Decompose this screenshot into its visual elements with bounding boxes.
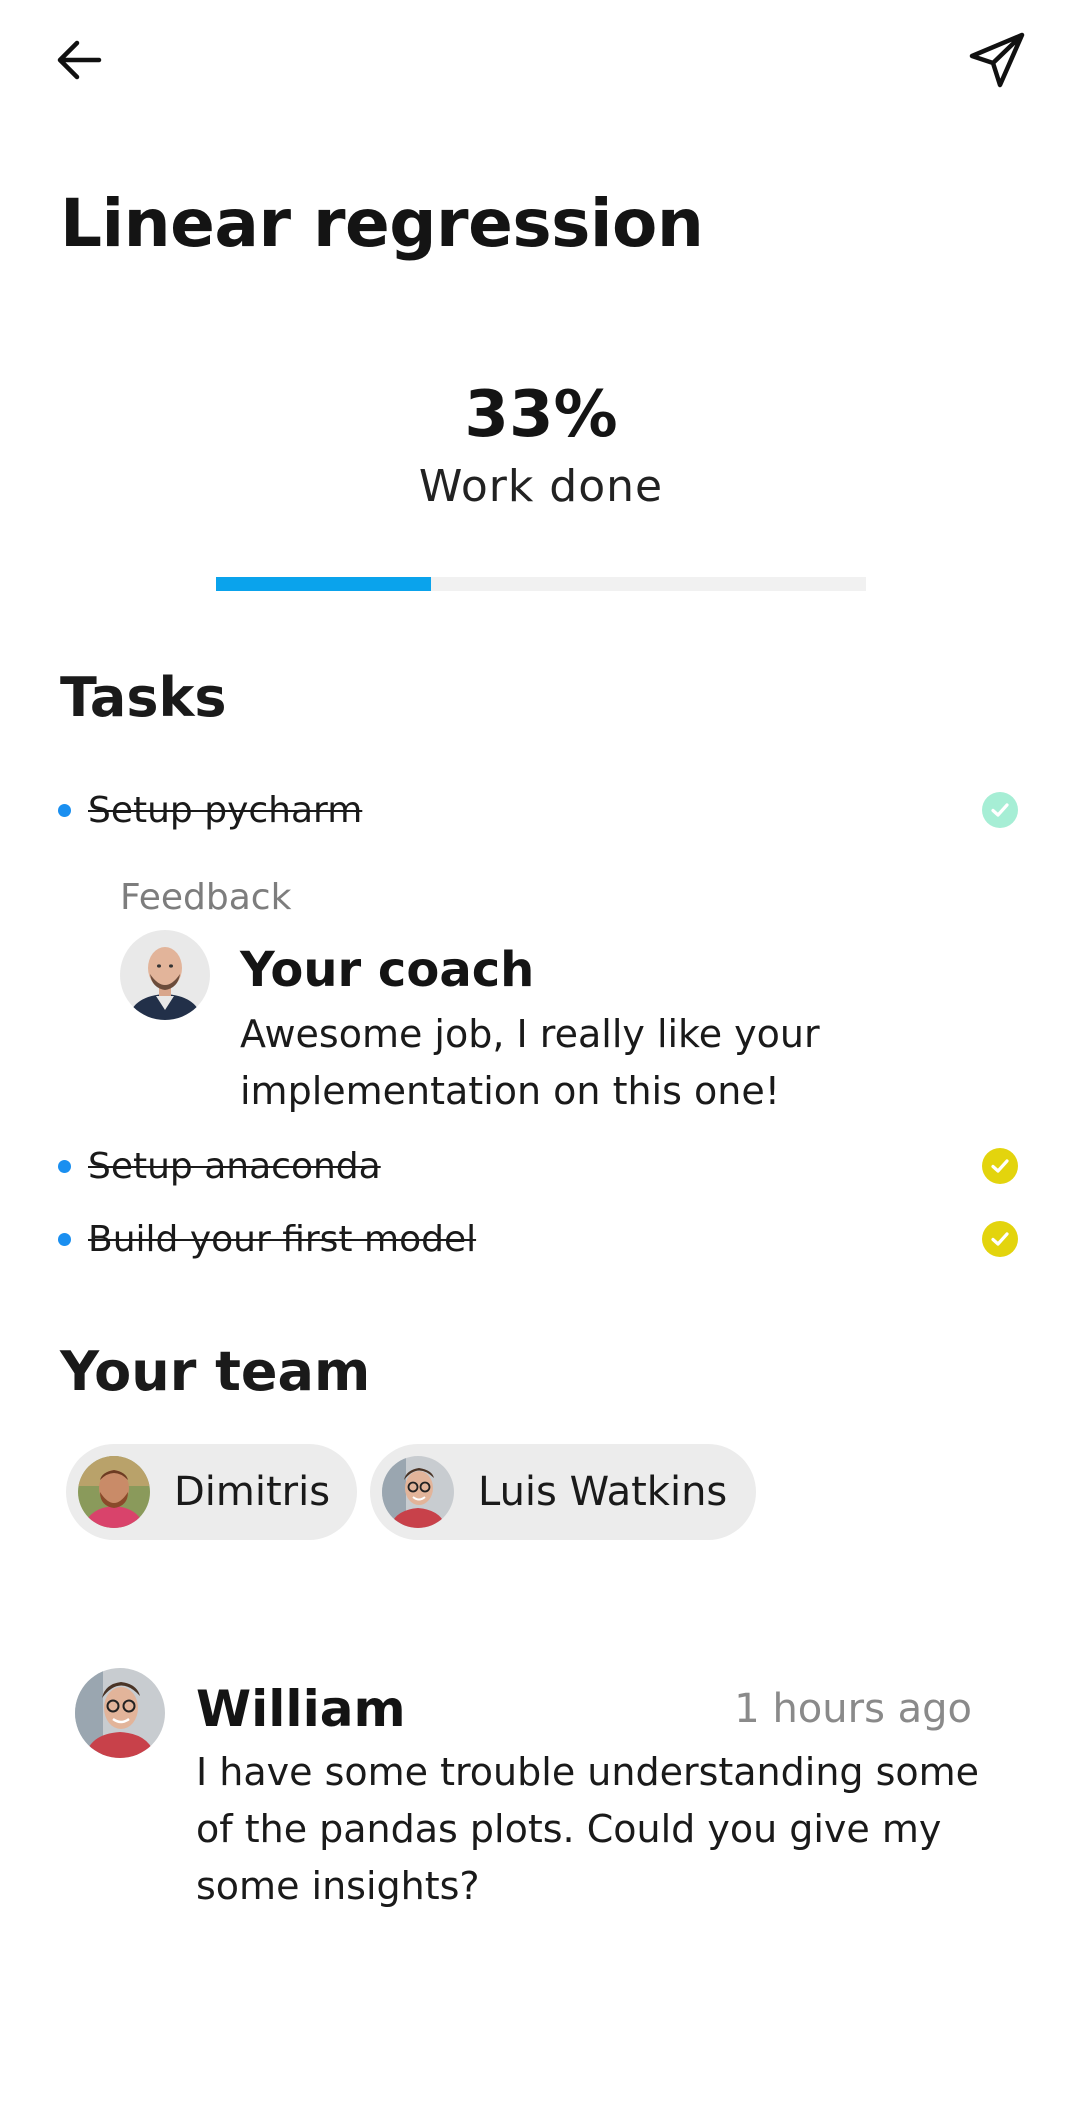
task-label: Setup anaconda xyxy=(88,1145,381,1187)
check-circle-icon[interactable] xyxy=(982,1148,1018,1184)
team-member-name: Luis Watkins xyxy=(478,1469,728,1515)
comment-timestamp: 1 hours ago xyxy=(734,1686,972,1732)
team-member-chip[interactable]: Luis Watkins xyxy=(370,1444,756,1540)
team-heading: Your team xyxy=(60,1340,371,1403)
send-button[interactable] xyxy=(952,15,1042,105)
task-item[interactable]: Build your first model xyxy=(58,1212,1018,1266)
back-button[interactable] xyxy=(34,15,124,105)
bullet-icon xyxy=(58,1159,71,1173)
coach-avatar xyxy=(120,930,210,1020)
arrow-left-icon xyxy=(53,34,105,86)
tasks-heading: Tasks xyxy=(60,666,227,729)
check-circle-icon[interactable] xyxy=(982,792,1018,828)
team-member-chip[interactable]: Dimitris xyxy=(66,1444,357,1540)
feedback-message: Awesome job, I really like your implemen… xyxy=(240,1012,820,1113)
progress-label: Work done xyxy=(418,461,664,512)
comment-avatar[interactable] xyxy=(75,1668,165,1758)
task-label: Setup pycharm xyxy=(88,789,363,831)
check-circle-icon[interactable] xyxy=(982,1221,1018,1257)
paper-plane-icon xyxy=(967,30,1027,90)
page-title: Linear regression xyxy=(60,185,704,262)
bullet-icon xyxy=(58,803,71,817)
comment-body: I have some trouble understanding some o… xyxy=(196,1750,980,1908)
progress-bar-fill xyxy=(216,577,431,591)
avatar xyxy=(78,1456,150,1528)
bullet-icon xyxy=(58,1232,71,1246)
feedback-label: Feedback xyxy=(120,877,292,918)
task-item[interactable]: Setup anaconda xyxy=(58,1139,1018,1193)
task-item[interactable]: Setup pycharm xyxy=(58,783,1018,837)
comment-author: William xyxy=(196,1680,406,1738)
avatar xyxy=(382,1456,454,1528)
team-member-name: Dimitris xyxy=(174,1469,331,1515)
task-label: Build your first model xyxy=(88,1218,477,1260)
progress-bar xyxy=(216,577,866,591)
progress-summary: 33% Work done xyxy=(216,375,866,517)
progress-percent: 33% xyxy=(464,378,618,452)
feedback-author: Your coach xyxy=(240,942,535,998)
